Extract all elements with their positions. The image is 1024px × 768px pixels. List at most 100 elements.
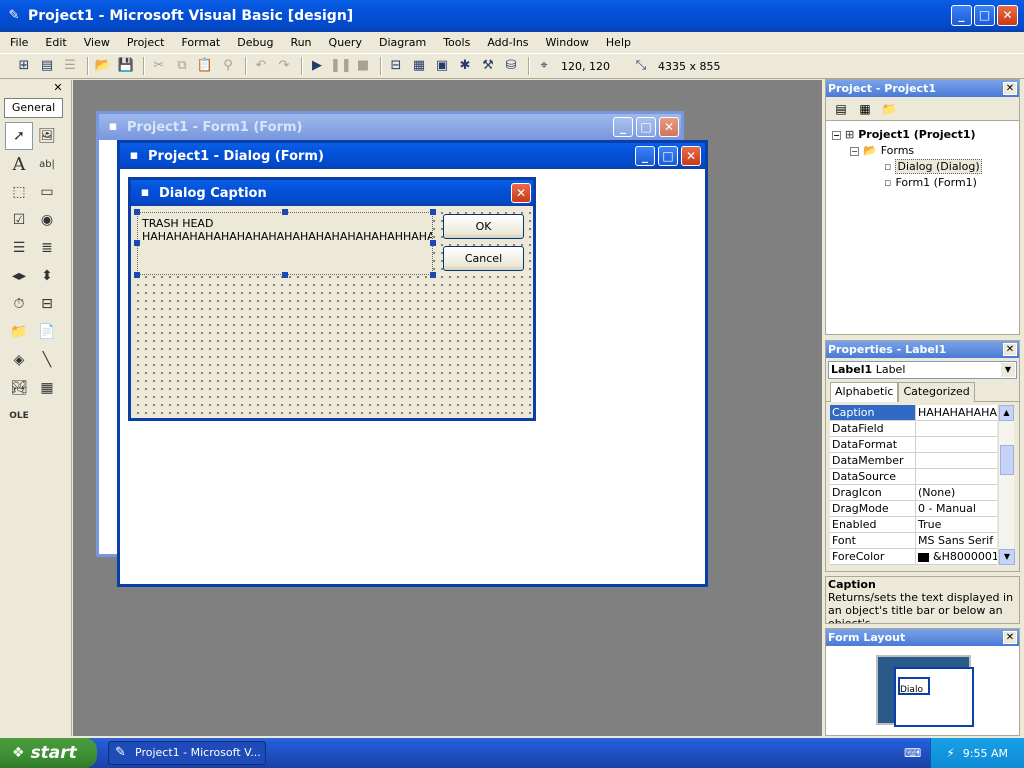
undo-icon[interactable]: ↶ (251, 56, 271, 76)
app-title-bar[interactable]: ✎ Project1 - Microsoft Visual Basic [des… (0, 0, 1024, 32)
commandbutton-icon[interactable]: ▭ (33, 178, 61, 206)
resize-handle[interactable] (134, 240, 140, 246)
dialog-form-title-bar[interactable]: ▪ Project1 - Dialog (Form) _ □ ✕ (120, 143, 705, 169)
toolbox-close-icon[interactable]: ✕ (51, 82, 65, 94)
minimize-button[interactable]: _ (951, 5, 972, 26)
add-form-icon[interactable]: ▤ (37, 56, 57, 76)
tab-alphabetic[interactable]: Alphabetic (830, 382, 899, 402)
menu-window[interactable]: Window (546, 36, 589, 49)
form1-title-bar[interactable]: ▪ Project1 - Form1 (Form) _ □ ✕ (99, 114, 681, 140)
resize-handle[interactable] (430, 240, 436, 246)
property-row[interactable]: DataFormat (830, 437, 997, 453)
scroll-up-icon[interactable]: ▲ (999, 405, 1014, 421)
form-layout-title[interactable]: Form Layout ✕ (826, 629, 1019, 646)
menu-diagram[interactable]: Diagram (379, 36, 426, 49)
collapse-icon[interactable]: − (832, 130, 841, 140)
tree-node-forms[interactable]: − 📂 Forms (850, 144, 914, 157)
object-browser-icon[interactable]: ✱ (455, 56, 475, 76)
menu-tools[interactable]: Tools (443, 36, 470, 49)
label1-control[interactable]: TRASH HEAD HAHAHAHAHAHAHAHAHAHAHAHAHAHAH… (137, 212, 433, 275)
combobox-icon[interactable]: ☰ (5, 234, 33, 262)
toolbox-tab-general[interactable]: General (4, 98, 63, 118)
menu-query[interactable]: Query (329, 36, 362, 49)
clock[interactable]: 9:55 AM (963, 747, 1008, 760)
project-panel-title[interactable]: Project - Project1 ✕ (826, 80, 1019, 97)
maximize-button[interactable]: □ (974, 5, 995, 26)
resize-handle[interactable] (282, 209, 288, 215)
tree-node-dialog[interactable]: ▫ Dialog (Dialog) (884, 159, 982, 174)
save-icon[interactable]: 💾 (116, 56, 136, 76)
find-icon[interactable]: ⚲ (218, 56, 238, 76)
data-icon[interactable]: ▦ (33, 374, 61, 402)
property-row[interactable]: DragMode 0 - Manual (830, 501, 997, 517)
cut-icon[interactable]: ✂ (149, 56, 169, 76)
picturebox-icon[interactable]: 🖼 (33, 122, 61, 150)
pointer-icon[interactable]: ➚ (5, 122, 33, 150)
data-view-icon[interactable]: ⛁ (501, 56, 521, 76)
menu-view[interactable]: View (84, 36, 110, 49)
add-project-icon[interactable]: ⊞ (14, 56, 34, 76)
copy-icon[interactable]: ⧉ (172, 56, 192, 76)
view-object-icon[interactable]: ▦ (854, 99, 876, 119)
menu-add-ins[interactable]: Add-Ins (487, 36, 528, 49)
hscrollbar-icon[interactable]: ◂▸ (5, 262, 33, 290)
property-row[interactable]: Font MS Sans Serif (830, 533, 997, 549)
shape-icon[interactable]: ◈ (5, 346, 33, 374)
property-row[interactable]: Caption HAHAHAHAHAA (830, 405, 997, 421)
cancel-button[interactable]: Cancel (443, 246, 524, 271)
mini-dialog[interactable]: Dialo (898, 677, 930, 695)
property-scrollbar[interactable]: ▲ ▼ (998, 405, 1015, 565)
menu-debug[interactable]: Debug (237, 36, 273, 49)
frame-icon[interactable]: ⬚ (5, 178, 33, 206)
label-tool-icon[interactable]: A (5, 150, 33, 178)
checkbox-icon[interactable]: ☑ (5, 206, 33, 234)
scroll-down-icon[interactable]: ▼ (999, 549, 1015, 565)
mini-form1[interactable] (894, 667, 974, 727)
property-row[interactable]: DataField (830, 421, 997, 437)
line-icon[interactable]: ╲ (33, 346, 61, 374)
image-icon[interactable]: 🏞 (5, 374, 33, 402)
form1-minimize-button[interactable]: _ (613, 117, 633, 137)
collapse-icon[interactable]: − (850, 146, 859, 156)
textbox-icon[interactable]: ab| (33, 150, 61, 178)
menu-edit[interactable]: Edit (45, 36, 66, 49)
dialog-form-maximize-button[interactable]: □ (658, 146, 678, 166)
menu-format[interactable]: Format (181, 36, 220, 49)
dirlistbox-icon[interactable]: 📁 (5, 318, 33, 346)
dialog-form-close-button[interactable]: ✕ (681, 146, 701, 166)
vscrollbar-icon[interactable]: ⬍ (33, 262, 61, 290)
view-code-icon[interactable]: ▤ (830, 99, 852, 119)
ok-button[interactable]: OK (443, 214, 524, 239)
filelistbox-icon[interactable]: 📄 (33, 318, 61, 346)
tab-categorized[interactable]: Categorized (898, 382, 975, 402)
object-selector[interactable]: Label1 Label ▼ (828, 361, 1017, 379)
menu-editor-icon[interactable]: ☰ (60, 56, 80, 76)
ole-icon[interactable]: OLE (5, 402, 33, 430)
tree-node-project[interactable]: − ⊞ Project1 (Project1) (832, 128, 976, 141)
network-icon[interactable]: ⚡ (946, 746, 954, 760)
property-row[interactable]: ForeColor&H80000012 (830, 549, 997, 565)
start-icon[interactable]: ▶ (307, 56, 327, 76)
property-row[interactable]: DataSource (830, 469, 997, 485)
keyboard-icon[interactable]: ⌨ (904, 746, 921, 760)
properties-panel-close-icon[interactable]: ✕ (1003, 343, 1017, 356)
project-panel-close-icon[interactable]: ✕ (1003, 82, 1017, 95)
taskbar-vb-button[interactable]: ✎ Project1 - Microsoft V... (108, 741, 266, 765)
property-row[interactable]: DragIcon (None) (830, 485, 997, 501)
property-row[interactable]: DataMember (830, 453, 997, 469)
dialog-close-button[interactable]: ✕ (511, 183, 531, 203)
paste-icon[interactable]: 📋 (195, 56, 215, 76)
dialog-form-minimize-button[interactable]: _ (635, 146, 655, 166)
toggle-folders-icon[interactable]: 📁 (878, 99, 900, 119)
properties-panel-title[interactable]: Properties - Label1 ✕ (826, 341, 1019, 358)
close-button[interactable]: ✕ (997, 5, 1018, 26)
form1-maximize-button[interactable]: □ (636, 117, 656, 137)
start-button[interactable]: ❖ start (0, 738, 97, 768)
resize-handle[interactable] (430, 272, 436, 278)
break-icon[interactable]: ❚❚ (330, 56, 352, 76)
resize-handle[interactable] (282, 272, 288, 278)
menu-file[interactable]: File (10, 36, 28, 49)
end-icon[interactable]: ■ (353, 56, 373, 76)
menu-run[interactable]: Run (290, 36, 311, 49)
chevron-down-icon[interactable]: ▼ (1001, 363, 1015, 377)
